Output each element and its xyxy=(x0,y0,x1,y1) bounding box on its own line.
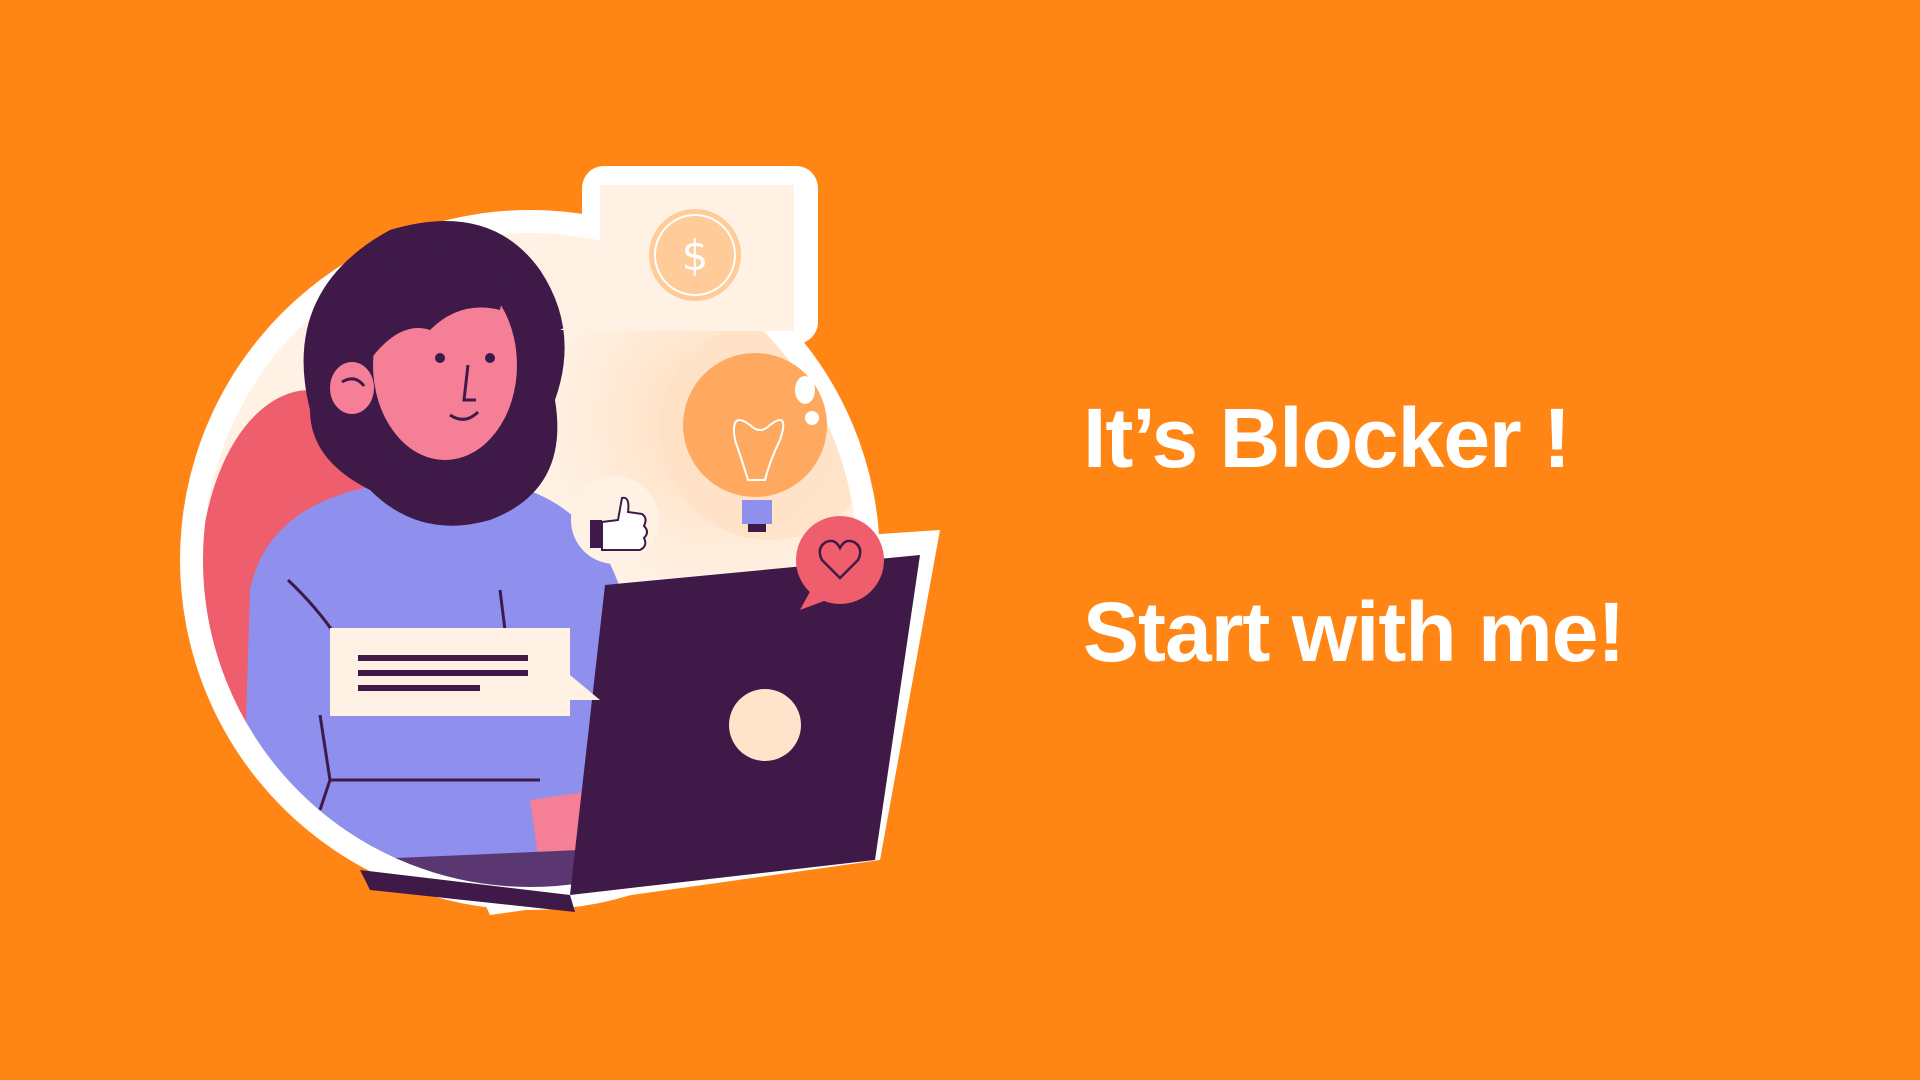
message-bubble-icon xyxy=(330,628,600,716)
svg-text:$: $ xyxy=(682,231,709,280)
woman-with-laptop-illustration: $ xyxy=(180,166,940,915)
hero-illustration: $ xyxy=(160,160,960,920)
headline-line-1: It’s Blocker ! xyxy=(1083,391,1571,485)
headline-line-2: Start with me! xyxy=(1083,585,1625,679)
